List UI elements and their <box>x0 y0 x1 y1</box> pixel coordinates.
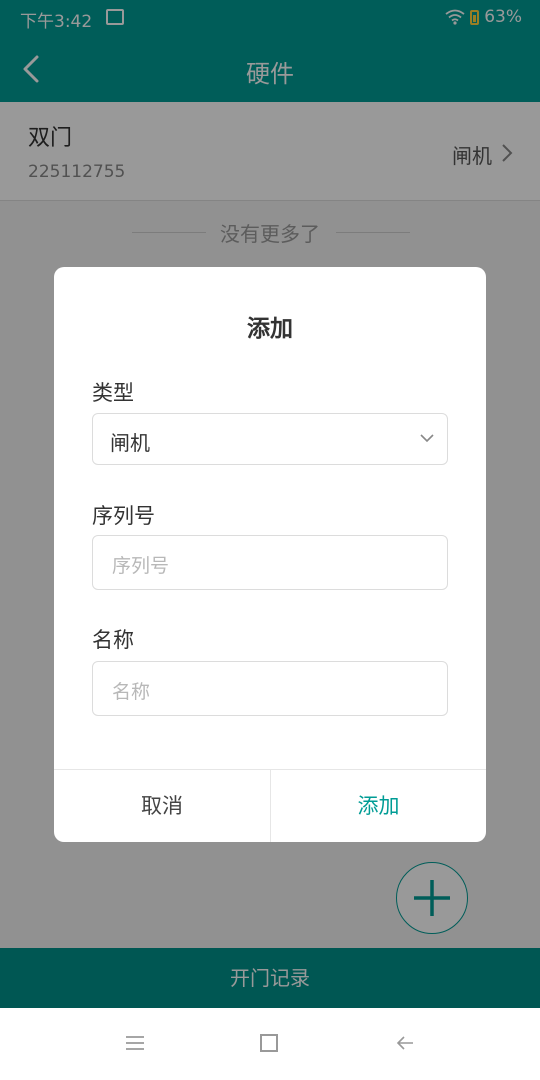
system-nav-bar <box>0 1008 540 1080</box>
dialog-title: 添加 <box>247 316 293 342</box>
name-placeholder: 名称 <box>112 681 151 703</box>
cancel-button[interactable]: 取消 <box>54 770 270 842</box>
menu-icon[interactable] <box>126 1036 144 1050</box>
serial-label: 序列号 <box>92 504 155 528</box>
name-label: 名称 <box>92 628 134 652</box>
type-label: 类型 <box>92 381 134 405</box>
dialog-footer: 取消 添加 <box>54 769 486 842</box>
serial-input[interactable]: 序列号 <box>92 535 448 590</box>
add-device-dialog: 添加 类型 闸机 序列号 序列号 名称 名称 取消 添加 <box>54 267 486 842</box>
confirm-add-button[interactable]: 添加 <box>270 770 486 842</box>
home-icon[interactable] <box>260 1034 278 1052</box>
type-select-value: 闸机 <box>110 431 150 455</box>
type-select[interactable]: 闸机 <box>92 413 448 465</box>
back-icon[interactable] <box>396 1035 414 1051</box>
chevron-down-icon <box>420 434 434 443</box>
name-input[interactable]: 名称 <box>92 661 448 716</box>
serial-placeholder: 序列号 <box>112 555 170 577</box>
